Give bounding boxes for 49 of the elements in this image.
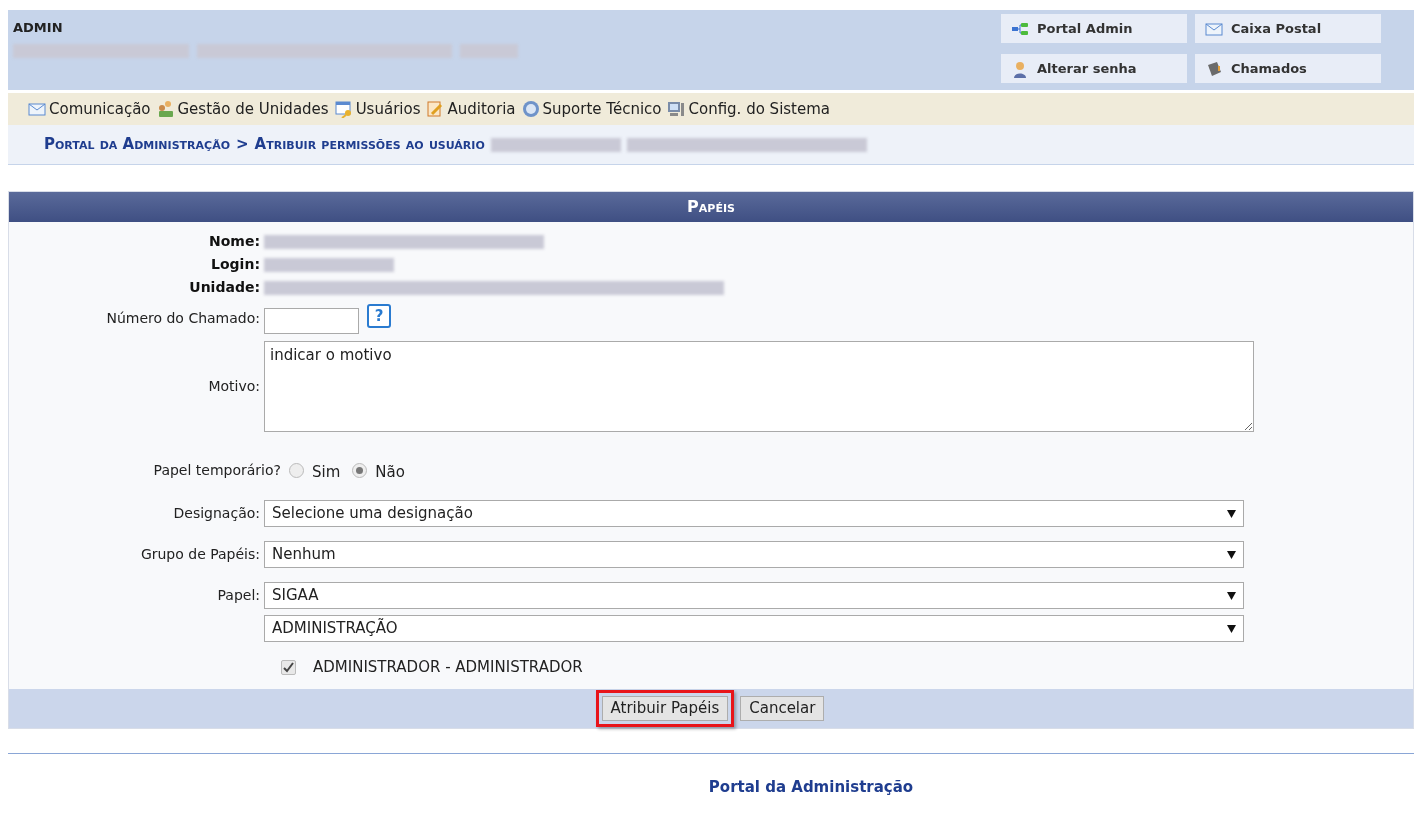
mail-icon — [28, 100, 46, 118]
shortcut-link[interactable]: Chamados — [1195, 54, 1381, 83]
breadcrumb-current: Atribuir permissões ao usuário — [254, 134, 485, 156]
dropdown[interactable]: Selecione uma designação — [264, 500, 1244, 527]
computer-icon — [667, 100, 686, 118]
radio-option[interactable]: Sim — [289, 456, 341, 484]
info-label: Unidade: — [188, 278, 261, 297]
shortcut-link[interactable]: Caixa Postal — [1195, 14, 1381, 43]
clipboard-pencil-icon — [426, 100, 445, 118]
help-button[interactable]: ? — [367, 304, 391, 328]
people-icon — [156, 100, 175, 118]
person-icon — [1011, 59, 1029, 78]
field-label: Designação: — [172, 504, 261, 523]
menu-item[interactable]: Gestão de Unidades — [156, 97, 329, 121]
footer-link[interactable]: Portal da Administração — [708, 775, 914, 798]
field-label: Papel: — [216, 586, 261, 605]
menu-item[interactable]: Comunicação — [28, 97, 151, 121]
caret-icon — [1227, 591, 1236, 600]
menu-item[interactable]: Suporte Técnico — [521, 97, 662, 121]
dropdown[interactable]: Nenhum — [264, 541, 1244, 568]
menu-item[interactable]: Auditoria — [426, 97, 516, 121]
system-title: ADMIN — [13, 19, 64, 37]
caret-icon — [1227, 550, 1236, 559]
caret-icon — [1227, 624, 1236, 633]
book-icon — [1205, 59, 1223, 78]
dropdown[interactable]: SIGAA — [264, 582, 1244, 609]
form-button[interactable]: Cancelar — [740, 695, 825, 721]
breadcrumb-link[interactable]: Portal da Administração — [44, 133, 230, 156]
window-key-icon — [334, 100, 353, 118]
caret-icon — [1227, 509, 1236, 518]
menu-item[interactable]: Usuários — [334, 97, 421, 121]
radio-option[interactable]: Não — [352, 456, 405, 484]
info-label: Nome: — [207, 232, 261, 251]
form-button[interactable]: Atribuir Papéis — [601, 695, 729, 721]
field-label: Número do Chamado: — [105, 308, 261, 328]
checkbox[interactable] — [281, 659, 296, 675]
field-label: Papel temporário? — [152, 460, 282, 480]
shortcut-link[interactable]: Portal Admin — [1001, 14, 1187, 43]
breadcrumb-separator: > — [236, 134, 249, 156]
reason-textarea[interactable]: indicar o motivo — [264, 341, 1254, 432]
field-label: Motivo: — [207, 377, 261, 396]
info-label: Login: — [210, 255, 261, 274]
dropdown[interactable]: ADMINISTRAÇÃO — [264, 615, 1244, 642]
shortcut-link[interactable]: Alterar senha — [1001, 54, 1187, 83]
menu-item[interactable]: Config. do Sistema — [667, 97, 831, 121]
ticket-input[interactable] — [264, 308, 359, 334]
panel-header: Papéis — [9, 192, 1413, 222]
field-label: Grupo de Papéis: — [139, 545, 261, 564]
checkbox-label: ADMINISTRADOR - ADMINISTRADOR — [313, 657, 583, 678]
